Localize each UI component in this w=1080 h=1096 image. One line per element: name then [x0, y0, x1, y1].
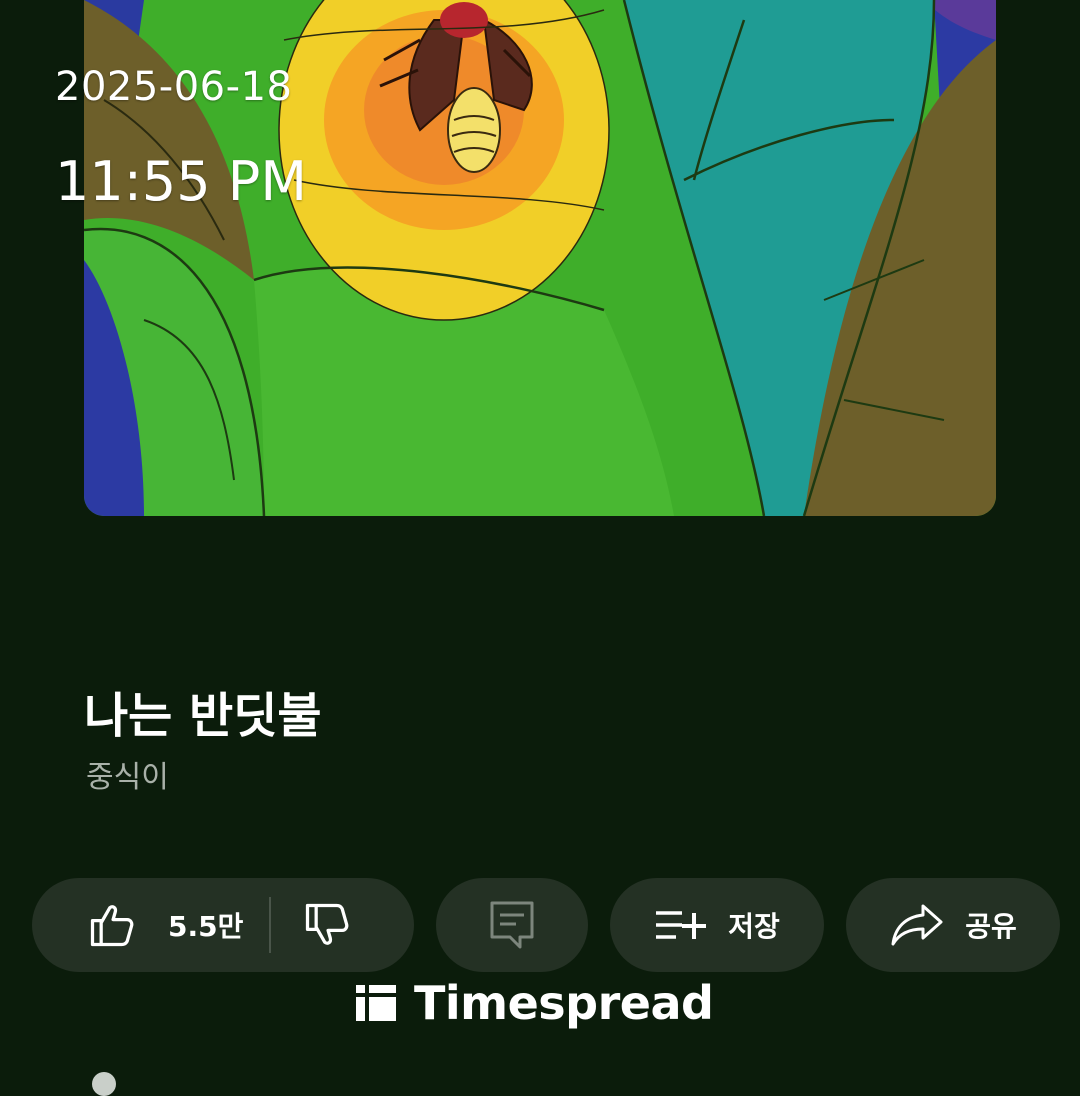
like-dislike-group: 5.5만	[32, 878, 414, 972]
timestamp-time: 11:55 PM	[55, 150, 307, 213]
timestamp-date: 2025-06-18	[55, 64, 293, 110]
comment-icon	[488, 899, 536, 951]
timespread-watermark: Timespread	[354, 976, 714, 1030]
thumbs-down-icon[interactable]	[301, 899, 353, 951]
save-label: 저장	[728, 910, 780, 943]
video-title[interactable]: 나는 반딧불	[84, 676, 322, 746]
like-divider	[269, 897, 272, 953]
avatar[interactable]	[92, 1072, 116, 1096]
share-arrow-icon	[889, 902, 945, 948]
channel-name[interactable]: 중식이	[86, 752, 169, 796]
timespread-logo-icon	[354, 981, 398, 1025]
share-button[interactable]: 공유	[846, 878, 1060, 972]
share-label: 공유	[965, 910, 1017, 943]
save-button[interactable]: 저장	[610, 878, 824, 972]
comment-button[interactable]	[436, 878, 588, 972]
like-count: 5.5만	[168, 910, 244, 943]
watermark-text: Timespread	[414, 976, 714, 1030]
thumbs-up-icon[interactable]	[86, 899, 138, 951]
add-to-playlist-icon	[654, 907, 708, 943]
